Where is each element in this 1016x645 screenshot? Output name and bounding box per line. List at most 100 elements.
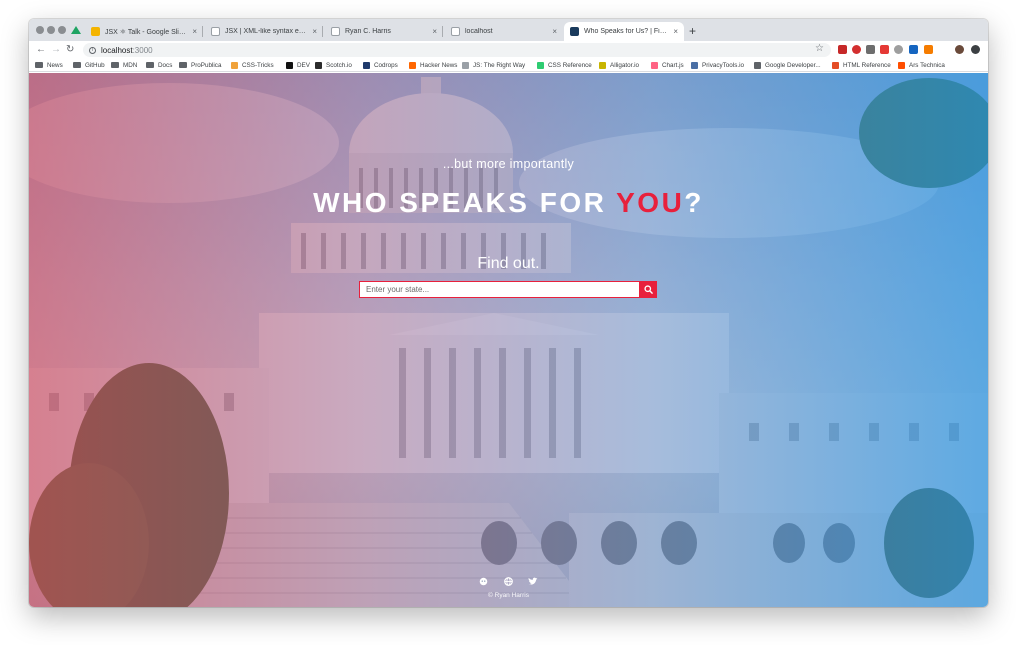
headline-prefix: WHO SPEAKS FOR [313,187,617,218]
minimize-window-dot[interactable] [47,26,55,34]
bookmark-item[interactable]: Chart.js [651,60,684,70]
bookmark-item[interactable]: HTML Reference [832,60,891,70]
bookmark-item[interactable]: Alligator.io [599,60,639,70]
state-search-input[interactable] [359,281,640,298]
tab-who-speaks[interactable]: Who Speaks for Us? | Find Out × [564,22,684,41]
bookmark-label: Hacker News [420,61,458,69]
document-icon [331,27,340,36]
hero-headline: WHO SPEAKS FOR YOU? [29,187,988,219]
extension-icon[interactable] [838,45,847,54]
profile-avatar[interactable] [955,45,964,54]
headline-emphasis: YOU [616,187,685,218]
info-icon[interactable]: i [89,46,96,54]
bookmark-label: HTML Reference [843,61,891,69]
bookmark-favicon-icon [691,61,698,69]
bookmark-favicon-icon [409,61,416,69]
bookmark-label: GitHub [85,61,105,69]
hero-subtitle: ...but more importantly [442,157,575,171]
bookmark-label: Ars Technica [909,61,945,69]
document-icon [211,27,220,36]
bookmark-favicon-icon [754,61,761,69]
folder-icon [111,62,119,68]
bookmarks-bar: News GitHub MDN Docs ProPublica CSS-Tricks DEV… [29,58,988,72]
bookmark-favicon-icon [315,61,322,69]
zoom-window-dot[interactable] [58,26,66,34]
page-viewport: ...but more importantly WHO SPEAKS FOR Y… [29,73,988,607]
bookmark-label: CSS-Tricks [242,61,274,69]
bookmark-item[interactable]: JS: The Right Way [462,60,525,70]
bookmark-item[interactable]: News [35,60,63,70]
reload-button[interactable]: ↻ [66,43,74,56]
tab-close-icon[interactable]: × [192,27,197,36]
hero-cta-text: Find out. [477,255,540,272]
browser-toolbar: ← → ↻ i localhost:3000 ☆ [29,41,988,58]
bookmark-item[interactable]: MDN [111,60,137,70]
site-logo-icon [570,27,579,36]
extension-icon[interactable] [866,45,875,54]
bookmark-star-icon[interactable]: ☆ [815,43,824,55]
footer-credit: © Ryan Harris [488,592,529,599]
google-drive-icon[interactable] [71,26,81,34]
extension-icon[interactable] [894,45,903,54]
bookmark-item[interactable]: Scotch.io [315,60,352,70]
bookmark-item[interactable]: Ars Technica [898,60,945,70]
extension-icon[interactable] [852,45,861,54]
tab-google-slides[interactable]: JSX ⚛ Talk - Google Slides × [85,22,203,41]
bookmark-item[interactable]: CSS Reference [537,60,592,70]
search-button[interactable] [640,281,657,298]
bookmark-favicon-icon [231,61,238,69]
folder-icon [146,62,154,68]
new-tab-button[interactable]: + [689,22,696,40]
address-bar[interactable]: i localhost:3000 [83,43,831,57]
bookmark-label: Chart.js [662,61,684,69]
bookmark-item[interactable]: Docs [146,60,172,70]
bookmark-item[interactable]: GitHub [73,60,105,70]
bookmark-item[interactable]: ProPublica [179,60,221,70]
extension-icon[interactable] [971,45,980,54]
bookmark-item[interactable]: Hacker News [409,60,457,70]
bookmark-label: Alligator.io [610,61,640,69]
bookmark-item[interactable]: Google Developer... [754,60,821,70]
tab-jsx-spec[interactable]: JSX | XML-like syntax extension × [205,22,323,41]
close-window-dot[interactable] [36,26,44,34]
extension-icon[interactable] [880,45,889,54]
tab-close-icon[interactable]: × [312,27,317,36]
url-host: localhost [101,45,133,55]
folder-icon [73,62,81,68]
folder-icon [179,62,187,68]
folder-icon [35,62,43,68]
bookmark-favicon-icon [832,61,839,69]
tab-ryan-harris[interactable]: Ryan C. Harris × [325,22,443,41]
bookmark-favicon-icon [898,61,905,69]
bookmark-item[interactable]: CSS-Tricks [231,60,274,70]
tab-close-icon[interactable]: × [552,27,557,36]
bookmark-label: DEV [297,61,310,69]
bookmark-label: PrivacyTools.io [702,61,744,69]
bookmark-label: Codrops [374,61,398,69]
tab-close-icon[interactable]: × [432,27,437,36]
bookmark-label: CSS Reference [548,61,592,69]
extension-icon[interactable] [909,45,918,54]
bookmark-label: Google Developer... [765,61,821,69]
bookmark-label: JS: The Right Way [473,61,526,69]
back-button[interactable]: ← [36,43,46,56]
forward-button[interactable]: → [51,43,61,56]
bookmark-label: News [47,61,63,69]
tab-localhost[interactable]: localhost × [445,22,563,41]
tab-close-icon[interactable]: × [673,27,678,36]
extension-icon[interactable] [924,45,933,54]
bookmark-item[interactable]: Codrops [363,60,398,70]
browser-window: JSX ⚛ Talk - Google Slides × JSX | XML-l… [29,19,988,607]
globe-icon[interactable] [503,576,513,586]
bookmark-label: Scotch.io [326,61,352,69]
url-port: :3000 [132,45,153,55]
bookmark-favicon-icon [599,61,606,69]
tab-strip: JSX ⚛ Talk - Google Slides × JSX | XML-l… [29,19,988,41]
bookmark-favicon-icon [286,61,293,69]
bookmark-item[interactable]: DEV [286,60,310,70]
github-icon[interactable] [478,576,488,586]
twitter-icon[interactable] [528,576,538,586]
bookmark-label: ProPublica [191,61,222,69]
document-icon [451,27,460,36]
bookmark-item[interactable]: PrivacyTools.io [691,60,744,70]
